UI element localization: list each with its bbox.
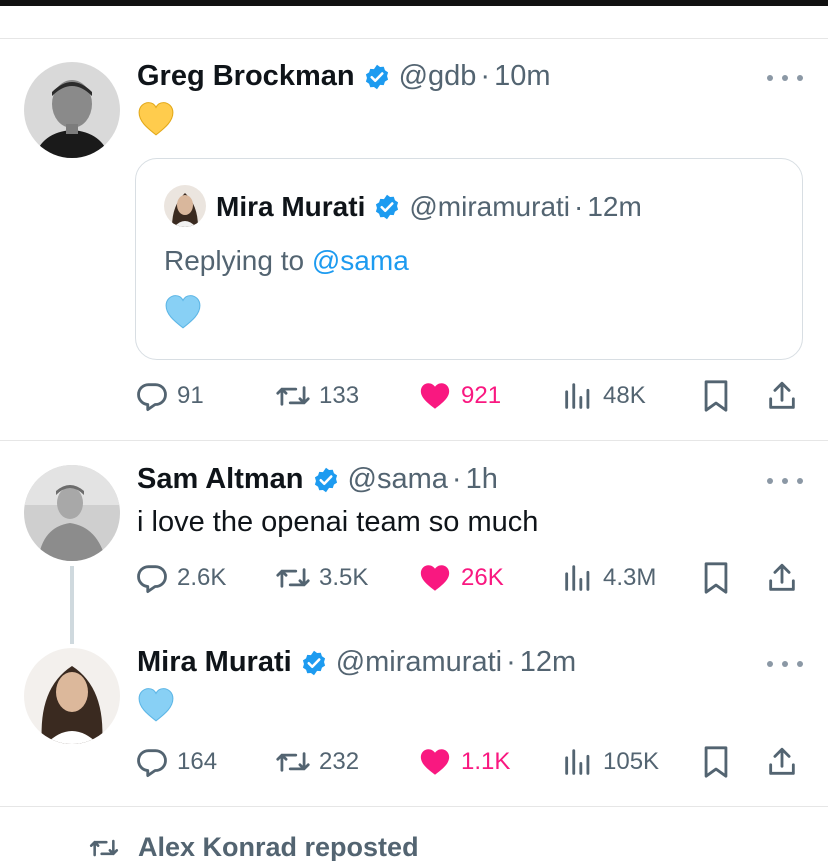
separator-dot: · — [506, 646, 516, 678]
bookmark-button[interactable] — [701, 742, 731, 782]
divider — [0, 806, 828, 807]
divider — [0, 38, 828, 39]
heart-icon — [420, 749, 450, 775]
more-icon[interactable] — [767, 68, 803, 88]
bookmark-button[interactable] — [701, 558, 731, 598]
bookmark-icon — [704, 380, 728, 412]
avatar-mira-murati[interactable] — [24, 648, 120, 744]
like-button[interactable]: 921 — [417, 376, 501, 416]
reply-icon — [137, 749, 167, 778]
quoted-author-name: Mira Murati — [216, 191, 366, 222]
repost-count: 133 — [319, 382, 360, 409]
verified-badge-icon — [300, 649, 328, 677]
tweet-header: Sam Altman @sama · 1h — [137, 463, 498, 496]
share-button[interactable] — [765, 376, 799, 416]
tweet-actions: 164 232 1.1K 105K — [135, 742, 805, 782]
reply-icon — [137, 565, 167, 594]
author-name[interactable]: Greg Brockman — [137, 60, 355, 93]
tweet-timestamp[interactable]: 1h — [466, 463, 498, 496]
repost-button[interactable]: 232 — [275, 742, 359, 782]
quoted-author-handle: @miramurati — [409, 191, 571, 222]
replying-prefix: Replying to — [164, 245, 312, 276]
like-count: 921 — [461, 382, 502, 409]
views-icon — [565, 749, 590, 775]
like-button[interactable]: 1.1K — [417, 742, 510, 782]
quoted-tweet-card[interactable]: Mira Murati @miramurati · 12m Replying t… — [135, 158, 803, 360]
replying-to-handle-link[interactable]: @sama — [312, 245, 409, 276]
tweet-text: i love the openai team so much — [137, 506, 539, 538]
like-count: 1.1K — [461, 748, 511, 775]
light-blue-heart-emoji — [137, 686, 175, 724]
view-count: 4.3M — [603, 564, 657, 591]
quoted-tweet-timestamp: 12m — [587, 191, 642, 222]
share-button[interactable] — [765, 558, 799, 598]
repost-icon — [276, 752, 310, 772]
avatar-mira-murati-small — [164, 185, 206, 227]
views-icon — [565, 565, 590, 591]
repost-notice[interactable]: Alex Konrad reposted — [88, 832, 419, 861]
more-icon[interactable] — [767, 471, 803, 491]
author-handle[interactable]: @gdb — [399, 60, 477, 93]
tweet-actions: 91 133 921 48K — [135, 376, 805, 416]
verified-badge-icon — [312, 466, 340, 494]
reply-button[interactable]: 2.6K — [135, 558, 226, 598]
share-button[interactable] — [765, 742, 799, 782]
share-icon — [769, 747, 795, 775]
heart-icon — [420, 565, 450, 591]
bookmark-icon — [704, 746, 728, 778]
previous-tweet-actions-strip — [0, 0, 828, 6]
avatar-greg-brockman[interactable] — [24, 62, 120, 158]
quoted-tweet-header: Mira Murati @miramurati · 12m — [216, 191, 642, 223]
reply-button[interactable]: 91 — [135, 376, 204, 416]
reply-count: 91 — [177, 382, 204, 409]
replying-to: Replying to @sama — [164, 245, 409, 277]
share-icon — [769, 563, 795, 591]
divider — [0, 440, 828, 441]
author-name[interactable]: Sam Altman — [137, 463, 304, 496]
repost-notice-text: Alex Konrad reposted — [138, 832, 419, 861]
separator-dot: · — [451, 463, 462, 495]
reply-icon — [137, 383, 167, 412]
heart-icon — [420, 383, 450, 409]
views-button[interactable]: 4.3M — [561, 558, 656, 598]
share-icon — [769, 381, 795, 409]
reply-count: 164 — [177, 748, 218, 775]
repost-count: 232 — [319, 748, 360, 775]
tweet-header: Mira Murati @miramurati · 12m — [137, 646, 576, 679]
repost-count: 3.5K — [319, 564, 369, 591]
repost-button[interactable]: 133 — [275, 376, 359, 416]
view-count: 48K — [603, 382, 646, 409]
verified-badge-icon — [373, 193, 401, 221]
separator-dot: · — [574, 191, 584, 222]
more-icon[interactable] — [767, 654, 803, 674]
light-blue-heart-emoji — [164, 293, 202, 331]
views-icon — [565, 383, 590, 409]
views-button[interactable]: 48K — [561, 376, 646, 416]
author-handle[interactable]: @miramurati — [336, 646, 502, 679]
tweet-header: Greg Brockman @gdb · 10m — [137, 60, 551, 93]
tweet-actions: 2.6K 3.5K 26K 4.3M — [135, 558, 805, 598]
reply-count: 2.6K — [177, 564, 227, 591]
like-button[interactable]: 26K — [417, 558, 504, 598]
author-name[interactable]: Mira Murati — [137, 646, 292, 679]
like-count: 26K — [461, 564, 504, 591]
tweet-timestamp[interactable]: 12m — [520, 646, 576, 679]
reply-button[interactable]: 164 — [135, 742, 217, 782]
yellow-heart-emoji — [137, 100, 175, 138]
bookmark-button[interactable] — [701, 376, 731, 416]
verified-badge-icon — [363, 63, 391, 91]
repost-icon — [276, 386, 310, 406]
avatar-sam-altman[interactable] — [24, 465, 120, 561]
repost-button[interactable]: 3.5K — [275, 558, 368, 598]
tweet-timestamp[interactable]: 10m — [494, 60, 550, 93]
thread-connector-line — [70, 566, 74, 644]
repost-icon — [89, 839, 119, 856]
separator-dot: · — [480, 60, 491, 92]
views-button[interactable]: 105K — [561, 742, 659, 782]
author-handle[interactable]: @sama — [348, 463, 448, 496]
repost-icon — [276, 568, 310, 588]
view-count: 105K — [603, 748, 660, 775]
bookmark-icon — [704, 562, 728, 594]
